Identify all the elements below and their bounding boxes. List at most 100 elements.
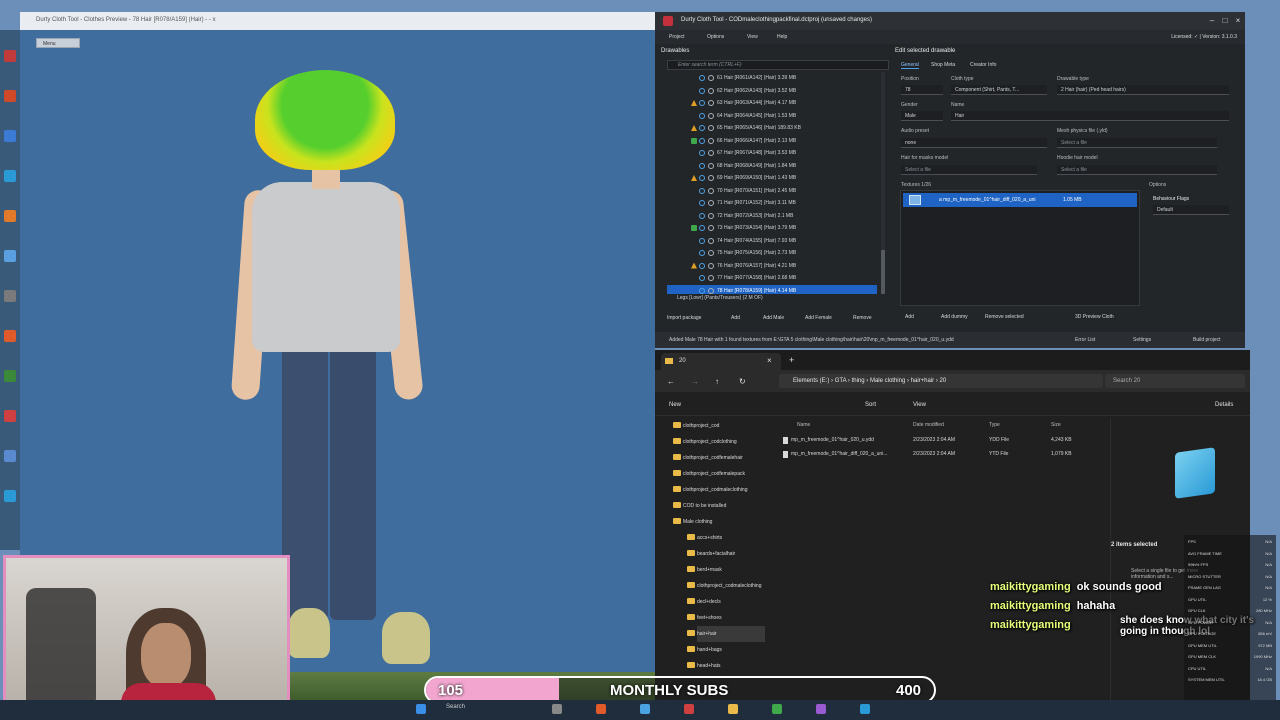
tree-row[interactable]: 64 Hair [R064/A145] (Hair) 1.53 MB [667,110,877,122]
breadcrumb-segment[interactable]: GTA [835,378,847,384]
tree-row[interactable]: 67 Hair [R067/A148] (Hair) 3.53 MB [667,147,877,159]
nav-item[interactable]: clothproject_codmaleclothing [673,482,765,498]
cloth-type-select[interactable]: Component (Shirt, Pants, T... [951,85,1047,95]
add-button[interactable]: Add [731,315,740,321]
eye-icon[interactable] [708,287,714,294]
breadcrumb-segment[interactable]: thing [852,378,865,384]
add-female-button[interactable]: Add Female [805,315,832,321]
textures-list[interactable] [900,190,1140,306]
behaviour-flags-select[interactable]: Default [1153,205,1229,215]
remove-selected-button[interactable]: Remove selected [985,314,1024,320]
eye-icon[interactable] [708,262,714,269]
maximize-icon[interactable]: □ [1220,16,1230,26]
remove-button[interactable]: Remove [853,315,872,321]
taskbar-app-icon[interactable] [728,704,738,714]
add-dummy-button[interactable]: Add dummy [941,314,968,320]
tree-row[interactable]: 61 Hair [R061/A142] (Hair) 3.39 MB [667,72,877,84]
app-icon[interactable] [4,410,16,422]
tree-row[interactable]: 71 Hair [R071/A152] (Hair) 3.11 MB [667,197,877,209]
nav-item[interactable]: clothproject_codfemalehair [673,450,765,466]
texture-add-button[interactable]: Add [905,314,914,320]
view-button[interactable]: View [913,402,926,408]
nav-item[interactable]: COD to be installed [673,498,765,514]
eye-icon[interactable] [708,175,714,181]
app-icon[interactable] [4,210,16,222]
taskbar-app-icon[interactable] [684,704,694,714]
nav-item[interactable]: berd+mask [687,562,765,578]
app-icon[interactable] [4,290,16,302]
tree-row[interactable]: 78 Hair [R078/A159] (Hair) 4.14 MB [667,284,877,294]
tree-scroll-thumb[interactable] [881,250,885,294]
breadcrumb-segment[interactable]: Male clothing [870,378,905,384]
nav-item[interactable]: hand+bags [687,642,765,658]
breadcrumb-segment[interactable]: 20 [940,378,947,384]
tab-general[interactable]: General [901,62,919,69]
drawable-type-select[interactable]: 2 Hair (hair) (Ped head hairs) [1057,85,1229,95]
nav-item[interactable]: clothproject_codmaleclothing [687,578,765,594]
taskbar-app-icon[interactable] [596,704,606,714]
taskbar-app-icon[interactable] [772,704,782,714]
nav-item[interactable]: accs+shirts [687,530,765,546]
nav-item[interactable]: hair+hair [687,626,765,642]
nav-item[interactable]: Male clothing [673,514,765,530]
tree-row[interactable]: 74 Hair [R074/A155] (Hair) 7.93 MB [667,235,877,247]
eye-icon[interactable] [708,275,714,281]
position-stepper[interactable]: 78 [901,85,943,95]
refresh-icon[interactable]: ↻ [739,377,746,386]
drawables-tree[interactable]: 61 Hair [R061/A142] (Hair) 3.39 MB 62 Hai… [667,72,882,294]
explorer-search-input[interactable]: Search 20 [1105,374,1245,388]
hair-masks-input[interactable]: Select a file [901,165,1037,175]
import-package-button[interactable]: Import package [667,315,701,321]
tree-row[interactable]: 65 Hair [R065/A146] (Hair) 189.83 KB [667,122,877,134]
eye-icon[interactable] [708,150,714,156]
drawables-search-input[interactable]: Enter search term (CTRL+F) [667,60,889,70]
name-input[interactable]: Hair [951,111,1229,121]
start-icon[interactable] [416,704,426,714]
tree-row[interactable]: 62 Hair [R062/A143] (Hair) 3.52 MB [667,85,877,97]
col-size[interactable]: Size [1051,422,1061,428]
breadcrumb-segment[interactable]: hair+hair [911,378,935,384]
taskbar-app-icon[interactable] [640,704,650,714]
tab-shop-meta[interactable]: Shop Meta [931,62,955,68]
nav-item[interactable]: clothproject_codfemalepack [673,466,765,482]
taskbar-app-icon[interactable] [816,704,826,714]
eye-icon[interactable] [708,225,714,231]
eye-icon[interactable] [708,162,714,169]
file-row[interactable]: mp_m_freemode_01^hair_020_u.ydd 2/23/2023… [783,434,1083,448]
app-icon[interactable] [4,130,16,142]
explorer-tab[interactable]: 20 [661,353,781,370]
taskbar-app-icon[interactable] [552,704,562,714]
gender-select[interactable]: Male [901,111,943,121]
audio-preset-select[interactable]: none [901,138,1047,148]
hoodie-hair-input[interactable]: Select a file [1057,165,1217,175]
tree-row[interactable]: 69 Hair [R069/A150] (Hair) 1.43 MB [667,172,877,184]
eye-icon[interactable] [708,75,714,81]
nav-item[interactable]: feet+shoes [687,610,765,626]
nav-item[interactable]: clothproject_codclothing [673,434,765,450]
eye-icon[interactable] [708,250,714,256]
eye-icon[interactable] [708,125,714,131]
taskbar-app-icon[interactable] [860,704,870,714]
eye-icon[interactable] [708,137,714,144]
new-button[interactable]: New [669,402,681,408]
app-icon[interactable] [4,490,16,502]
eye-icon[interactable] [708,112,714,119]
nav-item[interactable]: decl+decls [687,594,765,610]
error-list-button[interactable]: Error List [1075,337,1095,343]
up-arrow-icon[interactable]: ↑ [715,377,719,386]
eye-icon[interactable] [708,200,714,206]
tab-creator-info[interactable]: Creator Info [970,62,996,68]
preview-3d-button[interactable]: 3D Preview Cloth [1075,314,1114,320]
tree-row[interactable]: 66 Hair [R066/A147] (Hair) 2.13 MB [667,135,877,147]
add-male-button[interactable]: Add Male [763,315,784,321]
app-icon[interactable] [4,250,16,262]
app-icon[interactable] [4,370,16,382]
details-button[interactable]: Details [1215,402,1233,408]
forward-arrow-icon[interactable]: → [691,377,699,386]
file-row[interactable]: mp_m_freemode_01^hair_diff_020_a_uni... 2… [783,448,1083,462]
menu-options[interactable]: Options [707,34,724,40]
new-tab-icon[interactable]: + [789,355,794,365]
address-bar[interactable]: Elements (E:) › GTA › thing › Male cloth… [779,374,1103,388]
menu-help[interactable]: Help [777,34,787,40]
close-tab-icon[interactable]: × [767,356,772,365]
